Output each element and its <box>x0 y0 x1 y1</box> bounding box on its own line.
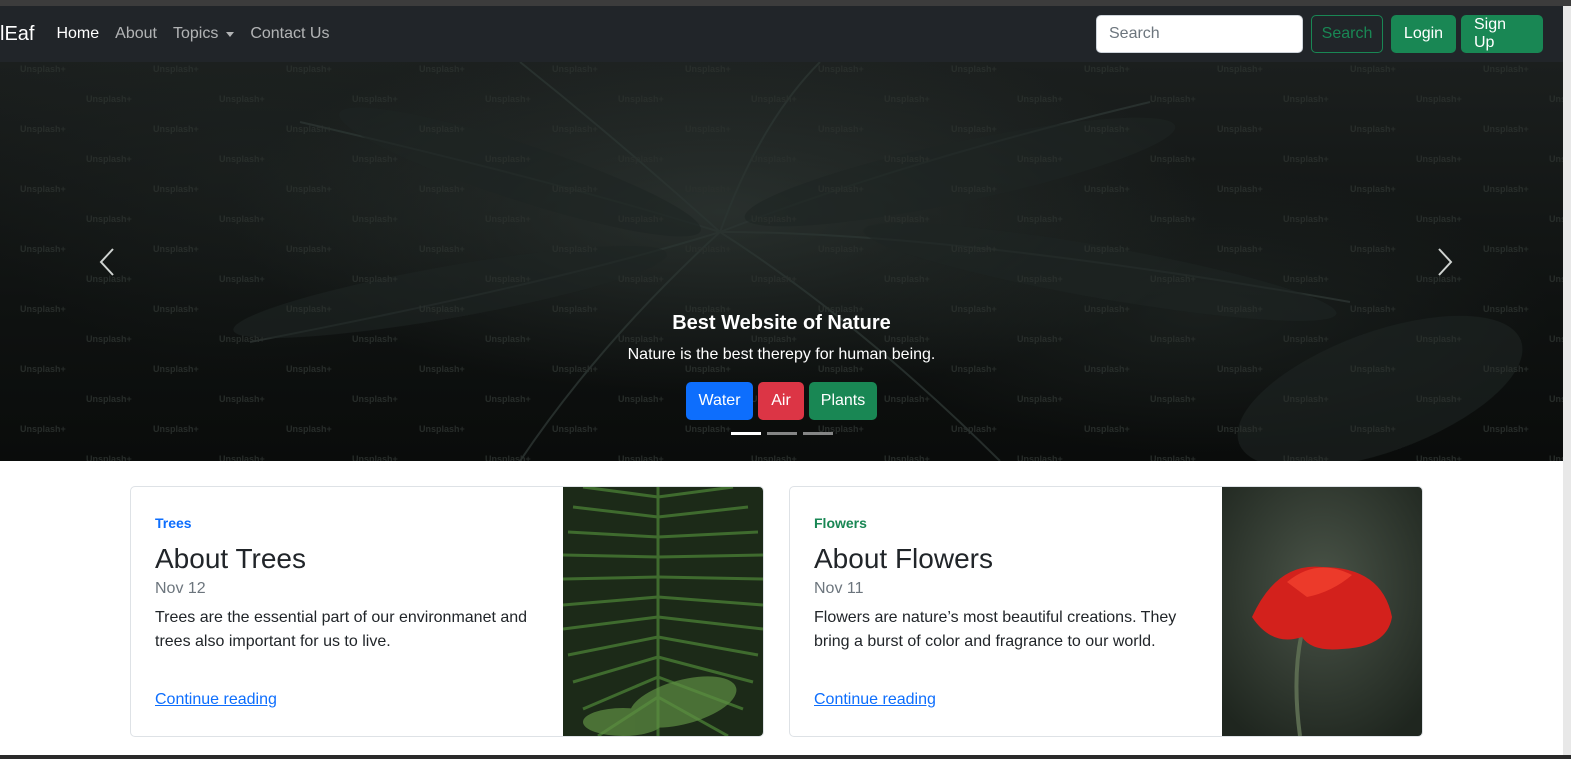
window-bottom-strip <box>0 755 1571 759</box>
poppy-image <box>1222 487 1422 736</box>
chevron-down-icon <box>226 31 235 37</box>
card-category: Trees <box>155 515 192 531</box>
carousel-indicator-3[interactable] <box>802 432 833 435</box>
flowers-card: Flowers About Flowers Nov 11 Flowers are… <box>789 486 1423 737</box>
hero-carousel: Unsplash+ Unsplash+ <box>0 62 1563 461</box>
air-button[interactable]: Air <box>758 382 804 420</box>
trees-card: Trees About Trees Nov 12 Trees are the e… <box>130 486 764 737</box>
brand-logo[interactable]: lEaf <box>0 23 34 46</box>
nav-topics-dropdown[interactable]: Topics <box>172 25 235 43</box>
plants-button[interactable]: Plants <box>809 382 877 420</box>
signup-button[interactable]: Sign Up <box>1461 15 1543 53</box>
card-category: Flowers <box>814 515 867 531</box>
search-button[interactable]: Search <box>1311 15 1383 53</box>
carousel-topic-buttons: Water Air Plants <box>0 382 1563 420</box>
water-button[interactable]: Water <box>686 382 753 420</box>
scrollbar-track[interactable] <box>1563 6 1571 759</box>
continue-reading-link[interactable]: Continue reading <box>155 691 277 709</box>
nav-actions: Search Login Sign Up <box>1096 15 1543 53</box>
login-button[interactable]: Login <box>1391 15 1456 53</box>
nav-contact-link[interactable]: Contact Us <box>250 25 329 43</box>
card-title: About Trees <box>155 543 306 574</box>
card-text: Trees are the essential part of our envi… <box>155 609 528 650</box>
card-text: Flowers are nature’s most beautiful crea… <box>814 609 1177 650</box>
search-input[interactable] <box>1096 15 1303 53</box>
carousel-next-button[interactable] <box>1433 244 1457 280</box>
carousel-caption: Best Website of Nature Nature is the bes… <box>0 312 1563 420</box>
card-date: Nov 11 <box>814 580 864 597</box>
card-title: About Flowers <box>814 543 993 574</box>
navbar: lEaf Home About Topics Contact Us Search… <box>0 6 1563 62</box>
chevron-left-icon <box>99 248 114 276</box>
carousel-indicator-2[interactable] <box>766 432 797 435</box>
chevron-right-icon <box>1438 248 1453 276</box>
continue-reading-link[interactable]: Continue reading <box>814 691 936 709</box>
carousel-indicators <box>0 432 1563 435</box>
nav-topics-label: Topics <box>172 25 219 42</box>
carousel-prev-button[interactable] <box>95 244 119 280</box>
carousel-indicator-1[interactable] <box>730 432 761 435</box>
card-date: Nov 12 <box>155 580 206 597</box>
nav-about-link[interactable]: About <box>115 25 157 43</box>
fern-image <box>563 487 763 736</box>
nav-links: Home About Topics Contact Us <box>56 25 345 43</box>
carousel-title: Best Website of Nature <box>672 312 891 334</box>
nav-home-link[interactable]: Home <box>56 25 99 43</box>
carousel-subtitle: Nature is the best therepy for human bei… <box>627 346 936 363</box>
